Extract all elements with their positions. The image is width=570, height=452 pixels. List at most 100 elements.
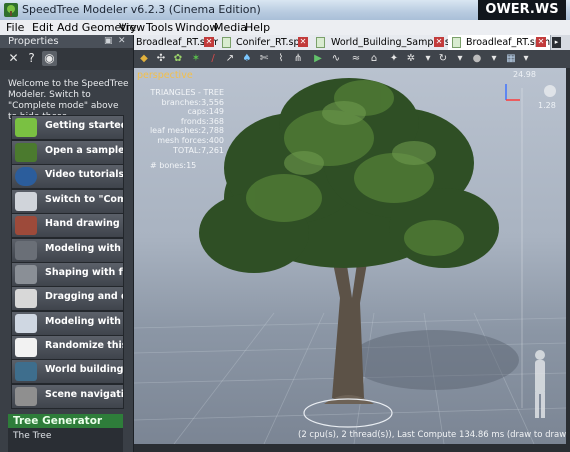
compute-status: (2 cpu(s), 2 thread(s)), Last Compute 13… [298,430,566,440]
item-label: Scene navigation controls [45,389,123,400]
bottom-strip [134,444,566,452]
stats-caps: caps:149 [187,107,224,117]
view-dropdown-icon[interactable]: ▾ [488,52,500,65]
hand-draw-icon [15,216,37,235]
file-icon [452,37,461,48]
tab-conifer[interactable]: Conifer_RT.spm ✕ [218,35,313,50]
curve-icon [15,241,37,260]
document-tabs: Broadleaf_RT.spm ✕ Conifer_RT.spm ✕ Worl… [134,35,570,51]
help-cursor-icon[interactable]: ? [24,51,39,66]
tab-broadleaf-1[interactable]: Broadleaf_RT.spm ✕ [134,35,219,50]
readout-zoom: 1.28 [538,101,556,110]
menu-view[interactable]: View [119,21,145,34]
tab-scroll-icon[interactable]: ▸ [552,37,561,48]
tab-label: World_Building_Sample.spm [331,37,448,48]
float-panel-button[interactable]: ▣ [104,35,113,48]
drag-drop-button[interactable]: Dragging and dropping [11,286,124,311]
tools-icon[interactable]: ✕ [6,51,21,66]
menu-window[interactable]: Window [175,21,218,34]
stats-title: TRIANGLES - TREE [150,88,224,97]
stats-mesh-forces: mesh forces:400 [157,135,224,145]
dropdown-icon[interactable]: ▾ [422,52,434,65]
rotate-icon[interactable]: ↻ [437,52,449,65]
getting-started-button[interactable]: Getting started [11,115,124,140]
item-label: Open a sample tree [45,145,123,156]
getting-started-icon [15,118,37,137]
force-icon [15,265,37,284]
eye-icon[interactable]: ◉ [42,51,57,66]
tab-broadleaf-active[interactable]: Broadleaf_RT.spm ✕ [448,35,551,50]
file-icon [316,37,325,48]
item-label: Video tutorials [45,169,123,180]
close-tab-icon[interactable]: ✕ [298,37,308,47]
view-label: perspective [137,70,193,81]
hand-drawing-button[interactable]: Hand drawing [11,213,124,238]
stats-leaf-meshes: leaf meshes:2,788 [149,126,224,136]
grid-view-icon[interactable]: ▦ [505,52,517,65]
sphere-icon[interactable]: ● [471,52,483,65]
item-label: Modeling with templates [45,316,123,327]
readout-top: 24.98 [513,70,536,79]
item-label: Hand drawing [45,218,120,229]
right-scrollbar[interactable] [566,68,570,452]
properties-header: Properties ▣ ✕ [0,35,133,48]
modeling-templates-button[interactable]: Modeling with templates [11,311,124,336]
properties-toolbar: ✕ ? ◉ [0,48,133,70]
tab-world-building-sample[interactable]: World_Building_Sample.spm ✕ [312,35,449,50]
close-panel-button[interactable]: ✕ [118,35,126,48]
tool-bar: ◆ ✣ ✿ ✶ / ↗ ♠ ✄ ⌇ ⋔ ▶ ∿ ≈ ⌂ ✦ ✲ ▾ ↻ ▾ ● … [134,50,570,69]
close-tab-icon[interactable]: ✕ [434,37,444,47]
ruler-icon[interactable]: ↗ [224,52,236,65]
menu-media[interactable]: Media [214,21,247,34]
branch-draw-icon[interactable]: / [207,52,219,65]
menu-help[interactable]: Help [245,21,270,34]
perspective-viewport[interactable]: perspective TRIANGLES - TREE branches:3,… [134,68,566,444]
menu-file[interactable]: File [6,21,24,34]
randomize-tree-button[interactable]: Randomize this tree [11,335,124,360]
mode-switch-icon [15,192,37,211]
stats-total: TOTAL:7,261 [173,145,224,155]
world-building-button[interactable]: World building [11,359,124,384]
bone-icon[interactable]: ⌇ [275,52,287,65]
open-sample-tree-button[interactable]: Open a sample tree [11,140,124,165]
stats-fronds: fronds:368 [180,116,224,126]
options-dropdown-icon[interactable]: ▾ [454,52,466,65]
item-label: Getting started [45,120,123,131]
generator-icon[interactable]: ▶ [312,52,324,65]
prune-icon[interactable]: ✄ [258,52,270,65]
title-bar: SpeedTree Modeler v6.2.3 (Cinema Edition… [0,0,570,21]
tree-generator-header[interactable]: Tree Generator [8,414,123,428]
lod-icon[interactable]: ⌂ [368,52,380,65]
speedtree-window: SpeedTree Modeler v6.2.3 (Cinema Edition… [0,0,570,452]
frond-icon[interactable]: ✶ [190,52,202,65]
switch-complete-mode-button[interactable]: Switch to "Complete mode" [11,189,124,214]
tree-icon [15,143,37,162]
window-title: SpeedTree Modeler v6.2.3 (Cinema Edition… [22,3,261,16]
watermark-logo: OWER.WS [478,0,566,20]
collision-icon[interactable]: ✦ [388,52,400,65]
layout-dropdown-icon[interactable]: ▾ [520,52,532,65]
force-tool-icon[interactable]: ⋔ [292,52,304,65]
leaf-icon[interactable]: ✿ [172,52,184,65]
move-icon[interactable]: ✣ [155,52,167,65]
scene-navigation-button[interactable]: Scene navigation controls [11,384,124,409]
tree-generator-item[interactable]: The Tree [8,428,123,452]
drag-hand-icon [15,289,37,308]
menu-tools[interactable]: Tools [146,21,173,34]
shaping-forces-button[interactable]: Shaping with forces [11,262,124,287]
close-tab-icon[interactable]: ✕ [204,37,214,47]
menu-edit[interactable]: Edit [32,21,53,34]
tornado-icon[interactable]: ∿ [330,52,342,65]
item-label: Modeling with curves [45,243,123,254]
scatter-icon[interactable]: ✲ [405,52,417,65]
modeling-curves-button[interactable]: Modeling with curves [11,238,124,263]
close-tab-icon[interactable]: ✕ [536,37,546,47]
wind-icon[interactable]: ≈ [350,52,362,65]
navigation-icon [15,387,37,406]
menu-bar: File Edit Add Geometry View Tools Window… [0,20,570,36]
select-icon[interactable]: ◆ [138,52,150,65]
file-icon [222,37,231,48]
mesh-icon[interactable]: ♠ [241,52,253,65]
video-tutorials-button[interactable]: Video tutorials [11,164,124,189]
properties-title: Properties [8,36,59,47]
